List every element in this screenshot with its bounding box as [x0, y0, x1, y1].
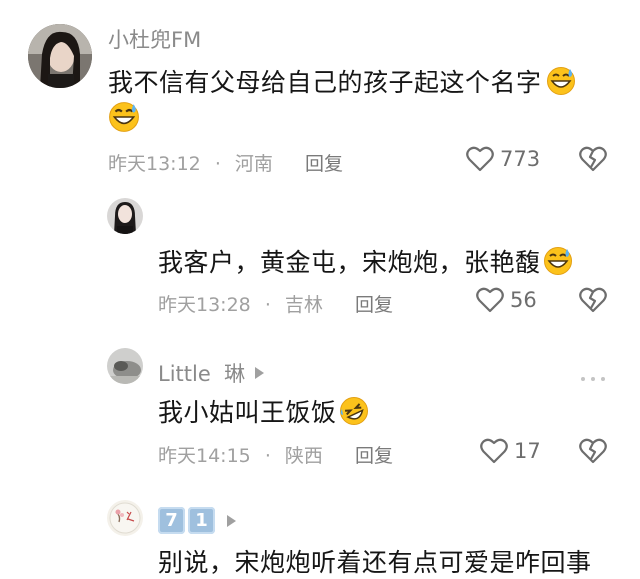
comment-text: 别说，宋炮炮听着还有点可爱是咋回事 [158, 543, 592, 579]
number-badge: 1 [188, 507, 215, 534]
grinning-sweat-face-icon [543, 246, 573, 282]
location: 河南 [234, 153, 273, 175]
comment-meta: 昨天14:15 · 陕西 回复 [158, 441, 393, 468]
avatar[interactable] [28, 24, 92, 88]
avatar[interactable] [107, 500, 143, 536]
reply-arrow-icon [255, 367, 265, 379]
avatar[interactable] [107, 198, 143, 234]
like-button[interactable]: 56 [476, 287, 537, 313]
avatar-photo [107, 348, 143, 384]
reply-arrow-icon [227, 514, 236, 527]
heart-icon [480, 438, 508, 464]
dislike-button[interactable] [579, 438, 607, 468]
rolling-laughing-face-icon [339, 396, 369, 432]
comment-text: 我不信有父母给自己的孩子起这个名字 [108, 63, 576, 102]
reply-button[interactable]: 回复 [355, 445, 393, 467]
timestamp: 昨天14:15 [158, 445, 251, 467]
avatar-photo [28, 24, 92, 88]
username[interactable]: 7 1 [158, 507, 236, 534]
like-button[interactable]: 773 [466, 146, 540, 172]
timestamp: 昨天13:28 [158, 294, 251, 316]
comment-text-content: 我不信有父母给自己的孩子起这个名字 [108, 68, 542, 97]
heart-icon [476, 287, 504, 313]
username[interactable]: 小杜兜FM [108, 24, 201, 54]
number-badge: 7 [158, 507, 185, 534]
username-label: Little 琳 [158, 362, 246, 386]
broken-heart-icon [579, 287, 607, 313]
heart-icon [466, 146, 494, 172]
comment-meta: 昨天13:28 · 吉林 回复 [158, 290, 393, 317]
separator: · [264, 445, 271, 467]
comment-text-content: 别说，宋炮炮听着还有点可爱是咋回事 [158, 548, 592, 577]
reply-button[interactable]: 回复 [305, 153, 343, 175]
broken-heart-icon [579, 438, 607, 464]
separator: · [214, 153, 221, 175]
grinning-sweat-face-icon [108, 101, 140, 137]
comment-text-content: 我客户，黄金屯，宋炮炮，张艳馥 [158, 248, 541, 277]
like-count: 17 [514, 439, 541, 463]
location: 陕西 [284, 445, 323, 467]
comment-text-content: 我小姑叫王饭饭 [158, 398, 337, 427]
timestamp: 昨天13:12 [108, 153, 201, 175]
dislike-button[interactable] [579, 146, 607, 176]
location: 吉林 [284, 294, 323, 316]
comment-meta: 昨天13:12 · 河南 回复 [108, 149, 343, 176]
like-count: 56 [510, 288, 537, 312]
grinning-sweat-face-icon [546, 66, 576, 102]
avatar-photo [107, 500, 143, 536]
like-button[interactable]: 17 [480, 438, 541, 464]
avatar-photo [107, 198, 143, 234]
reply-button[interactable]: 回复 [355, 294, 393, 316]
like-count: 773 [500, 147, 541, 171]
username[interactable]: Little 琳 [158, 358, 265, 388]
dislike-button[interactable] [579, 287, 607, 317]
separator: · [264, 294, 271, 316]
comment-text: 我小姑叫王饭饭 [158, 393, 369, 432]
comment-text: 我客户，黄金屯，宋炮炮，张艳馥 [158, 243, 573, 282]
more-options-icon[interactable] [578, 366, 608, 385]
avatar[interactable] [107, 348, 143, 384]
broken-heart-icon [579, 146, 607, 172]
